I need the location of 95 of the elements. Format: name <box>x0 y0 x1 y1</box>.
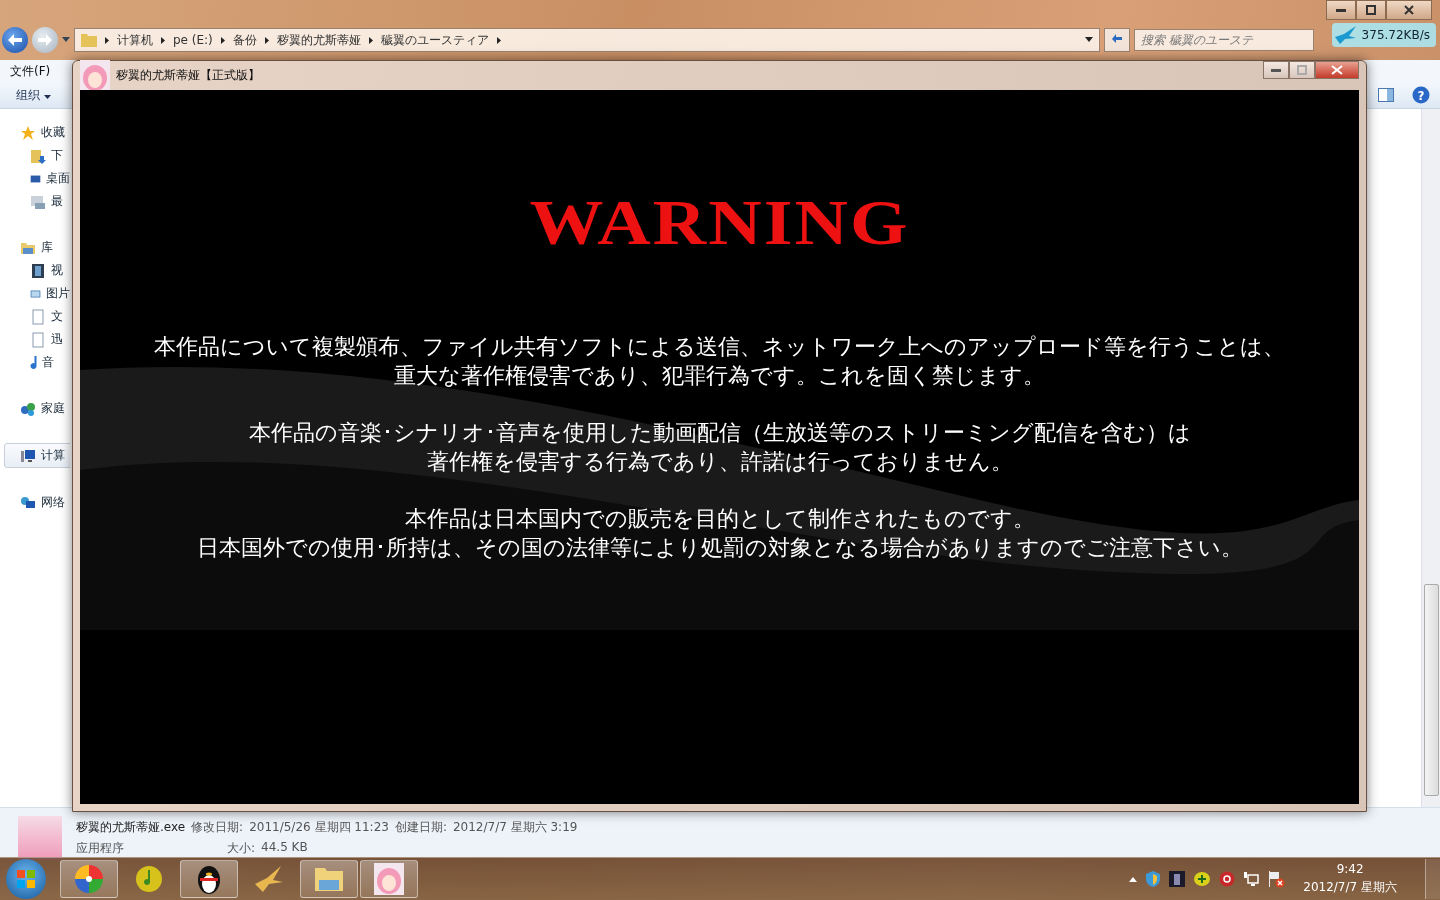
dropdown-caret-icon[interactable] <box>1085 37 1093 43</box>
maximize-icon <box>1297 65 1307 75</box>
minimize-icon <box>1271 68 1281 72</box>
show-desktop-button[interactable] <box>1425 859 1440 899</box>
menu-item[interactable]: 文件(F) <box>6 60 55 82</box>
caret-icon <box>43 94 51 99</box>
star-icon <box>20 124 36 141</box>
windows-logo <box>16 869 36 889</box>
homegroup-icon <box>20 400 36 417</box>
close-icon <box>1331 65 1343 75</box>
nav-item[interactable]: 最 <box>0 190 70 213</box>
anime-girl-icon <box>374 863 404 895</box>
nav-item[interactable]: 家庭 <box>0 397 70 420</box>
computer-icon <box>20 447 36 464</box>
warning-text: 本作品は日本国内での販売を目的として制作されたものです。 <box>404 505 1035 533</box>
maximize-button[interactable] <box>1356 0 1386 20</box>
nav-item[interactable]: 收藏 <box>0 121 70 144</box>
nav-item[interactable]: 音 <box>0 351 70 374</box>
folder-icon <box>81 33 97 47</box>
chevron-icon <box>496 36 501 44</box>
help-icon[interactable]: ? <box>1412 86 1430 104</box>
breadcrumb-item[interactable]: 计算机 <box>117 31 153 49</box>
up-caret-icon <box>1129 877 1138 882</box>
document-icon <box>30 331 46 348</box>
document-icon <box>30 308 46 325</box>
nav-item[interactable]: 桌面 <box>0 167 70 190</box>
nav-item[interactable]: 下 <box>0 144 70 167</box>
scrollbar[interactable] <box>1421 109 1440 807</box>
warning-heading: WARNING <box>529 191 910 255</box>
breadcrumb-item[interactable]: 秽翼的尤斯蒂娅 <box>276 31 361 49</box>
minimize-button[interactable] <box>1326 0 1356 20</box>
back-button[interactable] <box>2 27 28 53</box>
game-tray-icon[interactable] <box>1169 871 1186 887</box>
modified-date: 2011/5/26 星期四 11:23 <box>249 818 389 836</box>
taskbar-app[interactable] <box>180 860 238 898</box>
modified-label: 修改日期: <box>191 818 244 836</box>
chevron-icon <box>161 36 165 44</box>
file-thumbnail <box>18 815 62 860</box>
chevron-icon <box>105 36 109 44</box>
bird-icon <box>1333 25 1358 45</box>
nav-item[interactable]: 迅 <box>0 328 70 351</box>
clock-time: 9:42 <box>1336 862 1364 876</box>
nav-item[interactable]: 图片 <box>0 282 70 305</box>
file-name: 秽翼的尤斯蒂娅.exe <box>76 818 186 836</box>
maximize-icon <box>1366 5 1376 15</box>
close-icon <box>1404 5 1414 15</box>
nav-item[interactable]: 库 <box>0 236 70 259</box>
window-title: 秽翼的尤斯蒂娅【正式版】 <box>116 67 260 84</box>
pinwheel-icon <box>73 863 105 895</box>
music-note-icon <box>134 864 164 894</box>
nav-item[interactable]: 计算 <box>4 443 70 468</box>
file-size: 44.5 KB <box>261 839 308 856</box>
folder-arrow-icon <box>30 147 46 164</box>
size-label: 大小: <box>227 839 256 857</box>
speed-reading: 375.72KB/s <box>1361 28 1430 42</box>
breadcrumb-item[interactable]: 备份 <box>232 31 257 49</box>
plus-icon[interactable] <box>1193 871 1212 887</box>
shield-icon[interactable] <box>1145 870 1162 888</box>
left-arrow-icon <box>8 34 22 46</box>
refresh-button[interactable] <box>1104 28 1130 52</box>
nav-item[interactable]: 文 <box>0 305 70 328</box>
film-icon <box>30 262 46 279</box>
clock-date: 2012/7/7 星期六 <box>1303 879 1397 896</box>
nav-item[interactable]: 视 <box>0 259 70 282</box>
organize-button[interactable]: 组织 <box>10 84 57 106</box>
chevron-icon <box>368 36 373 44</box>
created-date: 2012/7/7 星期六 3:19 <box>452 818 578 836</box>
anime-girl-icon <box>80 59 110 92</box>
minimize-icon <box>1336 8 1346 12</box>
warning-text: 日本国外での使用･所持は、その国の法律等により処罰の対象となる場合がありますのでご注意下さい。 <box>196 534 1243 562</box>
close-button[interactable] <box>1386 0 1432 20</box>
breadcrumb-item[interactable]: pe (E:) <box>173 33 213 47</box>
breadcrumb-item[interactable]: 穢翼のユースティア <box>380 31 489 49</box>
warning-text: 重大な著作権侵害であり、犯罪行為です。これを固く禁じます。 <box>394 362 1045 390</box>
file-type: 应用程序 <box>76 839 125 857</box>
preview-pane-icon[interactable] <box>1378 88 1394 102</box>
warning-text: 本作品について複製頒布、ファイル共有ソフトによる送信、ネットワーク上へのアップロード等を行うことは、 <box>154 333 1285 361</box>
right-arrow-icon <box>38 34 52 46</box>
start-button[interactable] <box>6 859 46 899</box>
nav-item[interactable]: 网络 <box>0 491 70 514</box>
chevron-icon <box>220 36 225 44</box>
minimize-button[interactable] <box>1263 61 1289 79</box>
search-field[interactable]: 搜索 穢翼のユーステ <box>1134 29 1314 51</box>
address-bar[interactable]: 计算机 pe (E:) 备份 秽翼的尤斯蒂娅 穢翼のユースティア <box>74 28 1100 52</box>
warning-text: 著作権を侵害する行為であり、許諾は行っておりません。 <box>426 448 1013 476</box>
chevron-icon <box>264 36 269 44</box>
close-button[interactable] <box>1315 61 1359 79</box>
network-icon <box>20 494 36 511</box>
music-note-icon <box>30 355 37 370</box>
recent-icon <box>30 193 46 210</box>
target-icon[interactable] <box>1219 871 1236 887</box>
network-icon[interactable] <box>1243 871 1260 887</box>
flag-error-icon[interactable] <box>1267 870 1286 888</box>
warning-text: 本作品の音楽･シナリオ･音声を使用した動画配信（生放送等のストリーミング配信を含む）は <box>248 419 1191 447</box>
created-label: 创建日期: <box>394 818 447 836</box>
